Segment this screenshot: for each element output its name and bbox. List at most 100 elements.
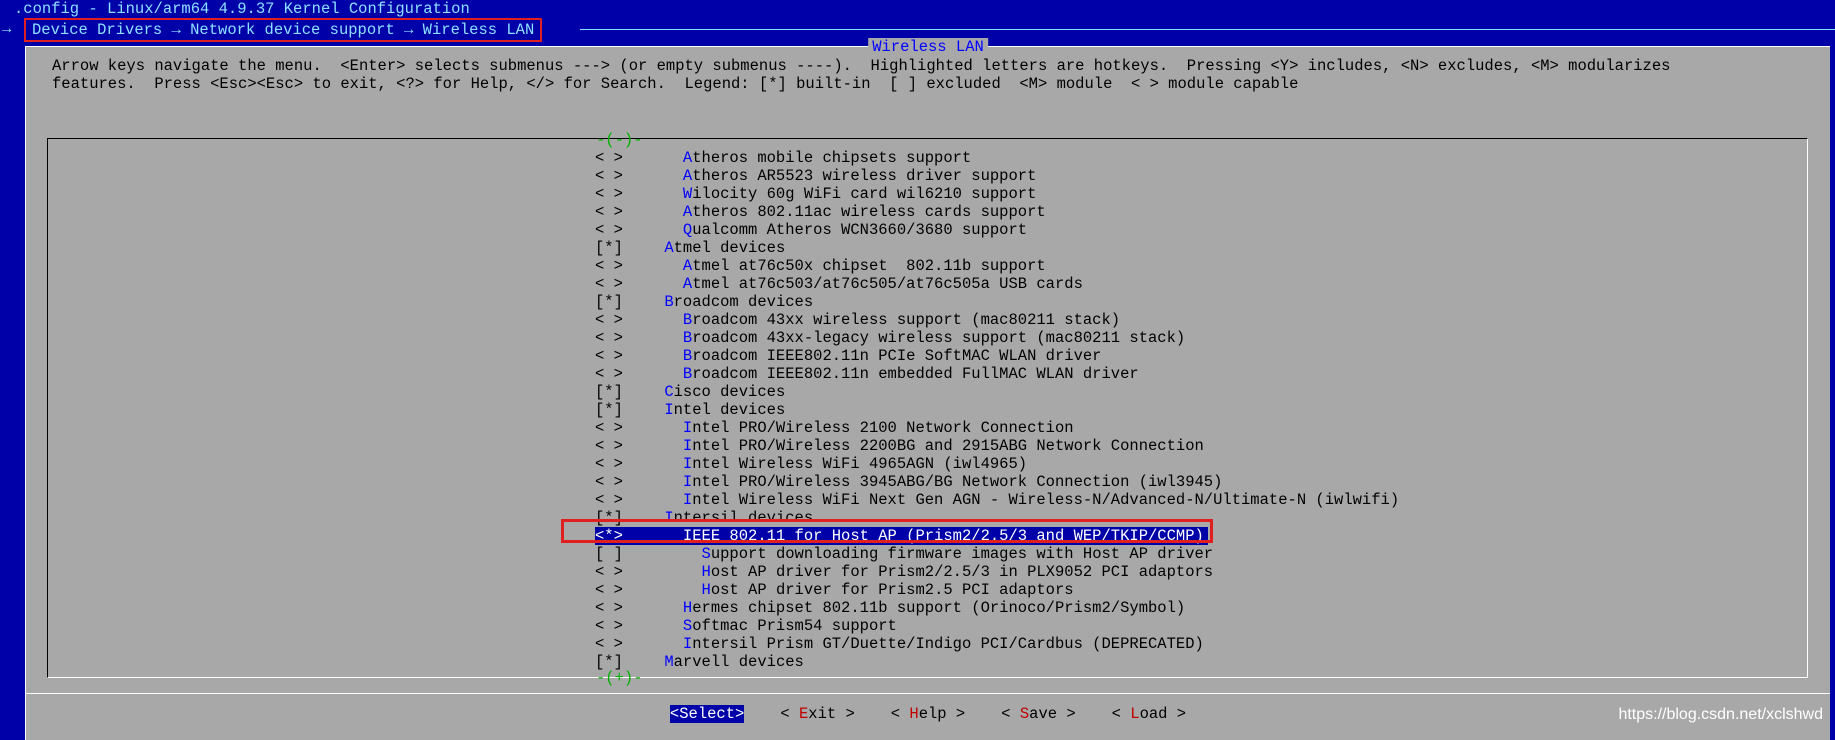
menu-item[interactable]: < > Intel PRO/Wireless 2100 Network Conn…: [595, 419, 1399, 437]
button-help[interactable]: < Help >: [891, 705, 965, 723]
menu-item-state: < >: [595, 563, 623, 581]
menu-item-hotkey: I: [682, 491, 693, 509]
menu-item-row: < > Broadcom IEEE802.11n PCIe SoftMAC WL…: [595, 347, 1399, 365]
menu-item[interactable]: < > Qualcomm Atheros WCN3660/3680 suppor…: [595, 221, 1399, 239]
menu-item-label: upport downloading firmware images with …: [710, 545, 1214, 563]
menu-item[interactable]: < > Intel Wireless WiFi Next Gen AGN - W…: [595, 491, 1399, 509]
button-bracket: <: [669, 705, 680, 723]
menu-item-hotkey: I: [682, 635, 693, 653]
scroll-down-indicator: -(+)-: [596, 669, 643, 687]
menu-item-indent: [655, 257, 683, 275]
menu-item-state: < >: [595, 167, 623, 185]
menu-item-state: < >: [595, 491, 623, 509]
menu-item-indent: [655, 455, 683, 473]
menu-item-indent: [655, 563, 702, 581]
menu-item[interactable]: [ ] Support downloading firmware images …: [595, 545, 1399, 563]
menu-item-label: tmel at76c50x chipset 802.11b support: [692, 257, 1046, 275]
menu-item-hotkey: A: [682, 257, 693, 275]
menu-item-row: < > Intel Wireless WiFi Next Gen AGN - W…: [595, 491, 1399, 509]
button-select[interactable]: <Select>: [669, 705, 745, 723]
breadcrumb: Device Drivers → Network device support …: [24, 18, 543, 42]
menu-item-state: < >: [595, 203, 623, 221]
menu-item-row: < > Intersil Prism GT/Duette/Indigo PCI/…: [595, 635, 1399, 653]
menu-item-state: < >: [595, 149, 623, 167]
menu-item[interactable]: < > Atheros AR5523 wireless driver suppo…: [595, 167, 1399, 185]
menu-item-hotkey: Q: [682, 221, 693, 239]
menu-item-label: ost AP driver for Prism2.5 PCI adaptors: [710, 581, 1074, 599]
menu-item-state: < >: [595, 437, 623, 455]
menu-item-state: < >: [595, 635, 623, 653]
menu-item-state: < >: [595, 275, 623, 293]
menu-item[interactable]: < > Hermes chipset 802.11b support (Orin…: [595, 599, 1399, 617]
menu-item[interactable]: < > Intersil Prism GT/Duette/Indigo PCI/…: [595, 635, 1399, 653]
menu-item-indent: [655, 617, 683, 635]
menu-item-hotkey: I: [682, 473, 693, 491]
button-hotkey: E: [798, 705, 809, 723]
button-label: xit >: [808, 705, 855, 723]
menu-item-row: [*] Cisco devices: [595, 383, 1399, 401]
menu-item[interactable]: < > Intel PRO/Wireless 3945ABG/BG Networ…: [595, 473, 1399, 491]
menu-item[interactable]: < > Atmel at76c503/at76c505/at76c505a US…: [595, 275, 1399, 293]
button-load[interactable]: < Load >: [1112, 705, 1186, 723]
menu-item[interactable]: < > Wilocity 60g WiFi card wil6210 suppo…: [595, 185, 1399, 203]
watermark: https://blog.csdn.net/xclshwd: [1618, 706, 1823, 723]
menu-item-indent: [655, 401, 664, 419]
menu-item[interactable]: [*] Marvell devices: [595, 653, 1399, 671]
menu-item-state: < >: [595, 419, 623, 437]
menu-item-row: < > Intel Wireless WiFi 4965AGN (iwl4965…: [595, 455, 1399, 473]
menu-item-label: ost AP driver for Prism2/2.5/3 in PLX905…: [710, 563, 1214, 581]
menu-item-hotkey: H: [701, 563, 711, 581]
menu-item[interactable]: < > Softmac Prism54 support: [595, 617, 1399, 635]
menu-item-label: arvell devices: [673, 653, 804, 671]
button-hotkey: L: [1130, 705, 1140, 723]
menu-item[interactable]: [*] Atmel devices: [595, 239, 1399, 257]
menu-item-label: ualcomm Atheros WCN3660/3680 support: [692, 221, 1028, 239]
menu-item-row: < > Qualcomm Atheros WCN3660/3680 suppor…: [595, 221, 1399, 239]
menu-item[interactable]: [*] Intel devices: [595, 401, 1399, 419]
menu-item-row: [*] Marvell devices: [595, 653, 1399, 671]
menu-item[interactable]: < > Broadcom 43xx-legacy wireless suppor…: [595, 329, 1399, 347]
menu-item[interactable]: < > Host AP driver for Prism2/2.5/3 in P…: [595, 563, 1399, 581]
menu-item[interactable]: < > Broadcom 43xx wireless support (mac8…: [595, 311, 1399, 329]
menu-item-row: < > Atheros 802.11ac wireless cards supp…: [595, 203, 1399, 221]
menu-item-indent: [655, 491, 683, 509]
menu-item[interactable]: [*] Cisco devices: [595, 383, 1399, 401]
menu-item[interactable]: [*] Broadcom devices: [595, 293, 1399, 311]
menu-item-hotkey: W: [682, 185, 693, 203]
menu-item-state: [*]: [595, 401, 623, 419]
menu-item-row: < > Broadcom 43xx wireless support (mac8…: [595, 311, 1399, 329]
menu-item[interactable]: < > Broadcom IEEE802.11n PCIe SoftMAC WL…: [595, 347, 1399, 365]
menu-item-hotkey: A: [682, 275, 693, 293]
menu-item[interactable]: < > Intel PRO/Wireless 2200BG and 2915AB…: [595, 437, 1399, 455]
menu-item[interactable]: < > Atmel at76c50x chipset 802.11b suppo…: [595, 257, 1399, 275]
menu-item-label: roadcom devices: [673, 293, 814, 311]
menu-item-label: theros mobile chipsets support: [692, 149, 972, 167]
help-text: Arrow keys navigate the menu. <Enter> se…: [52, 57, 1671, 93]
menu-item-row: < > Broadcom 43xx-legacy wireless suppor…: [595, 329, 1399, 347]
button-exit[interactable]: < Exit >: [780, 705, 854, 723]
menu-item-state: < >: [595, 365, 623, 383]
menu-item[interactable]: < > Broadcom IEEE802.11n embedded FullMA…: [595, 365, 1399, 383]
menu-item-label: roadcom IEEE802.11n PCIe SoftMAC WLAN dr…: [692, 347, 1102, 365]
button-label: elect>: [688, 705, 745, 723]
menu-item-indent: [655, 437, 683, 455]
menu-item[interactable]: < > Intel Wireless WiFi 4965AGN (iwl4965…: [595, 455, 1399, 473]
menu-item-hotkey: I: [682, 419, 693, 437]
menu-item[interactable]: < > Host AP driver for Prism2.5 PCI adap…: [595, 581, 1399, 599]
button-save[interactable]: < Save >: [1001, 705, 1075, 723]
menu-item-row: < > Host AP driver for Prism2/2.5/3 in P…: [595, 563, 1399, 581]
menu-item-state: < >: [595, 455, 623, 473]
button-bracket: <: [1111, 705, 1131, 723]
menu-item[interactable]: < > Atheros 802.11ac wireless cards supp…: [595, 203, 1399, 221]
menu-item-label: ntel PRO/Wireless 3945ABG/BG Network Con…: [692, 473, 1223, 491]
menu-item-indent: [655, 635, 683, 653]
menu-item-label: ntel Wireless WiFi Next Gen AGN - Wirele…: [692, 491, 1400, 509]
menu-item[interactable]: < > Atheros mobile chipsets support: [595, 149, 1399, 167]
menu-item-row: < > Intel PRO/Wireless 2100 Network Conn…: [595, 419, 1399, 437]
menu-item-indent: [655, 185, 683, 203]
menu-item-row: < > Wilocity 60g WiFi card wil6210 suppo…: [595, 185, 1399, 203]
button-bracket: <: [1001, 705, 1020, 723]
menu-list-box[interactable]: -(-)- < > Atheros mobile chipsets suppor…: [47, 131, 1808, 687]
menu-item-state: [*]: [595, 383, 623, 401]
menu-item-indent: [655, 419, 683, 437]
